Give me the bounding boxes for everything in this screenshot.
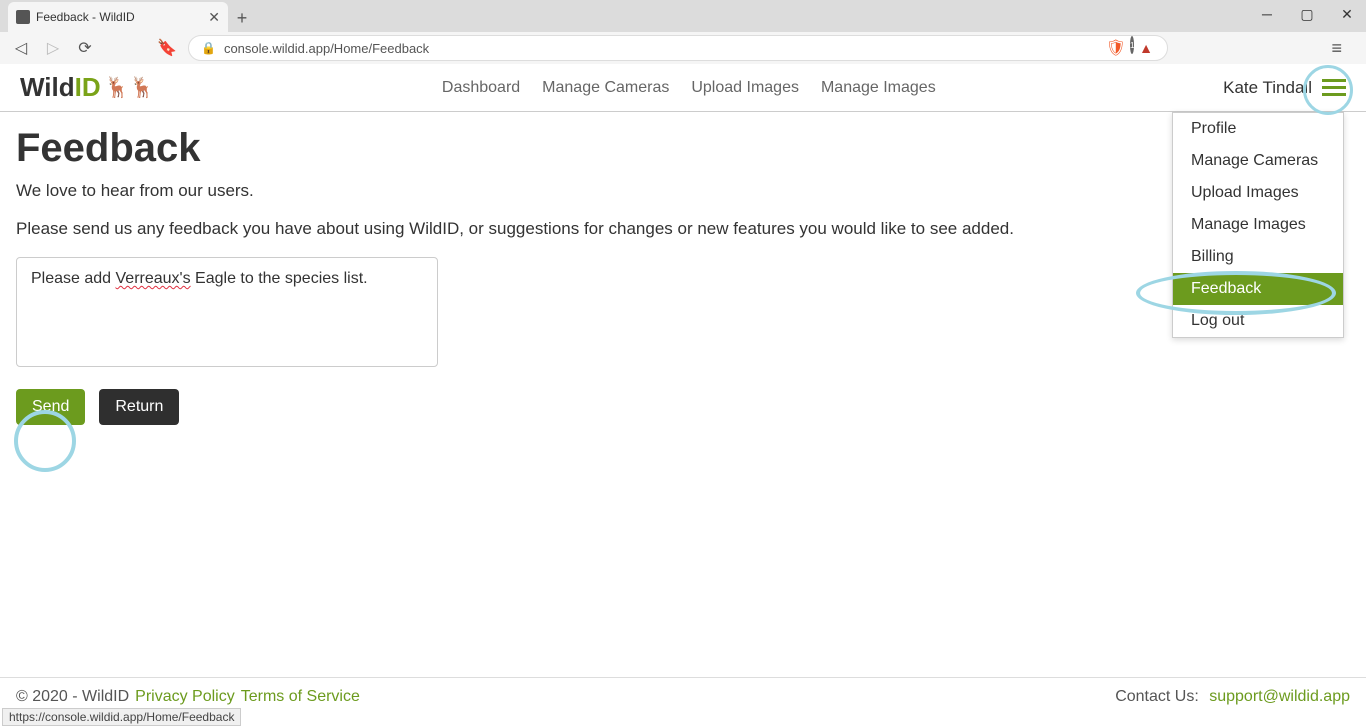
- textarea-text-spellcheck: Verreaux's: [116, 270, 191, 287]
- tab-close-icon[interactable]: ✕: [208, 9, 220, 26]
- dropdown-item-logout[interactable]: Log out: [1173, 305, 1343, 337]
- browser-tab[interactable]: Feedback - WildID ✕: [8, 2, 228, 32]
- site-logo[interactable]: WildID 🦌🦌: [20, 72, 154, 103]
- window-close-button[interactable]: ✕: [1334, 4, 1360, 24]
- logo-id: ID: [75, 72, 101, 103]
- send-button[interactable]: Send: [16, 389, 85, 425]
- instructions-text: Please send us any feedback you have abo…: [16, 219, 1350, 239]
- url-text: console.wildid.app/Home/Feedback: [224, 41, 429, 56]
- dropdown-item-upload-images[interactable]: Upload Images: [1173, 177, 1343, 209]
- tab-title: Feedback - WildID: [36, 10, 202, 24]
- forward-button[interactable]: ▷: [42, 37, 64, 59]
- dropdown-item-profile[interactable]: Profile: [1173, 113, 1343, 145]
- terms-link[interactable]: Terms of Service: [241, 688, 360, 706]
- back-button[interactable]: ◁: [10, 37, 32, 59]
- privacy-link[interactable]: Privacy Policy: [135, 688, 235, 706]
- nav-manage-images[interactable]: Manage Images: [821, 79, 936, 97]
- nav-dashboard[interactable]: Dashboard: [442, 79, 520, 97]
- browser-status-bar: https://console.wildid.app/Home/Feedback: [2, 708, 241, 726]
- textarea-text-prefix: Please add: [31, 270, 116, 287]
- site-menu-button[interactable]: [1322, 79, 1346, 96]
- nav-upload-images[interactable]: Upload Images: [691, 79, 799, 97]
- user-dropdown-menu: Profile Manage Cameras Upload Images Man…: [1172, 112, 1344, 338]
- contact-email-link[interactable]: support@wildid.app: [1209, 688, 1350, 705]
- feedback-textarea[interactable]: Please add Verreaux's Eagle to the speci…: [16, 257, 438, 367]
- brave-badge: 1: [1130, 36, 1134, 54]
- return-button[interactable]: Return: [99, 389, 179, 425]
- logo-wild: Wild: [20, 72, 75, 103]
- lock-icon: 🔒: [201, 41, 216, 55]
- dropdown-item-manage-images[interactable]: Manage Images: [1173, 209, 1343, 241]
- site-header: WildID 🦌🦌 Dashboard Manage Cameras Uploa…: [0, 64, 1366, 112]
- reload-button[interactable]: ⟳: [74, 37, 96, 59]
- logo-animals-icon: 🦌🦌: [105, 75, 155, 100]
- hamburger-bar-icon: [1322, 79, 1346, 82]
- nav-manage-cameras[interactable]: Manage Cameras: [542, 79, 669, 97]
- window-maximize-button[interactable]: ▢: [1294, 4, 1320, 24]
- copyright-text: © 2020 - WildID: [16, 688, 129, 706]
- dropdown-item-manage-cameras[interactable]: Manage Cameras: [1173, 145, 1343, 177]
- page-title: Feedback: [16, 126, 1350, 171]
- page-content: Feedback We love to hear from our users.…: [0, 112, 1366, 439]
- hamburger-bar-icon: [1322, 86, 1346, 89]
- site-footer: © 2020 - WildID Privacy Policy Terms of …: [0, 677, 1366, 710]
- contact-label: Contact Us:: [1115, 688, 1203, 705]
- user-name-label: Kate Tindall: [1223, 78, 1312, 98]
- dropdown-item-billing[interactable]: Billing: [1173, 241, 1343, 273]
- main-nav: Dashboard Manage Cameras Upload Images M…: [442, 79, 936, 97]
- browser-menu-button[interactable]: ≡: [1325, 36, 1348, 61]
- extension-icon[interactable]: ▲: [1137, 39, 1155, 57]
- hamburger-bar-icon: [1322, 93, 1346, 96]
- brave-shield-icon[interactable]: 🛡1: [1109, 39, 1127, 57]
- textarea-text-suffix: Eagle to the species list.: [191, 270, 368, 287]
- dropdown-item-feedback[interactable]: Feedback: [1173, 273, 1343, 305]
- intro-text: We love to hear from our users.: [16, 181, 1350, 201]
- favicon-icon: [16, 10, 30, 24]
- address-bar[interactable]: 🔒 console.wildid.app/Home/Feedback 🛡1 ▲: [188, 35, 1168, 61]
- bookmark-icon[interactable]: 🔖: [156, 37, 178, 59]
- new-tab-button[interactable]: +: [228, 4, 256, 32]
- window-minimize-button[interactable]: ─: [1254, 4, 1280, 24]
- browser-chrome: ─ ▢ ✕ Feedback - WildID ✕ + ◁ ▷ ⟳ 🔖 🔒 co…: [0, 0, 1366, 64]
